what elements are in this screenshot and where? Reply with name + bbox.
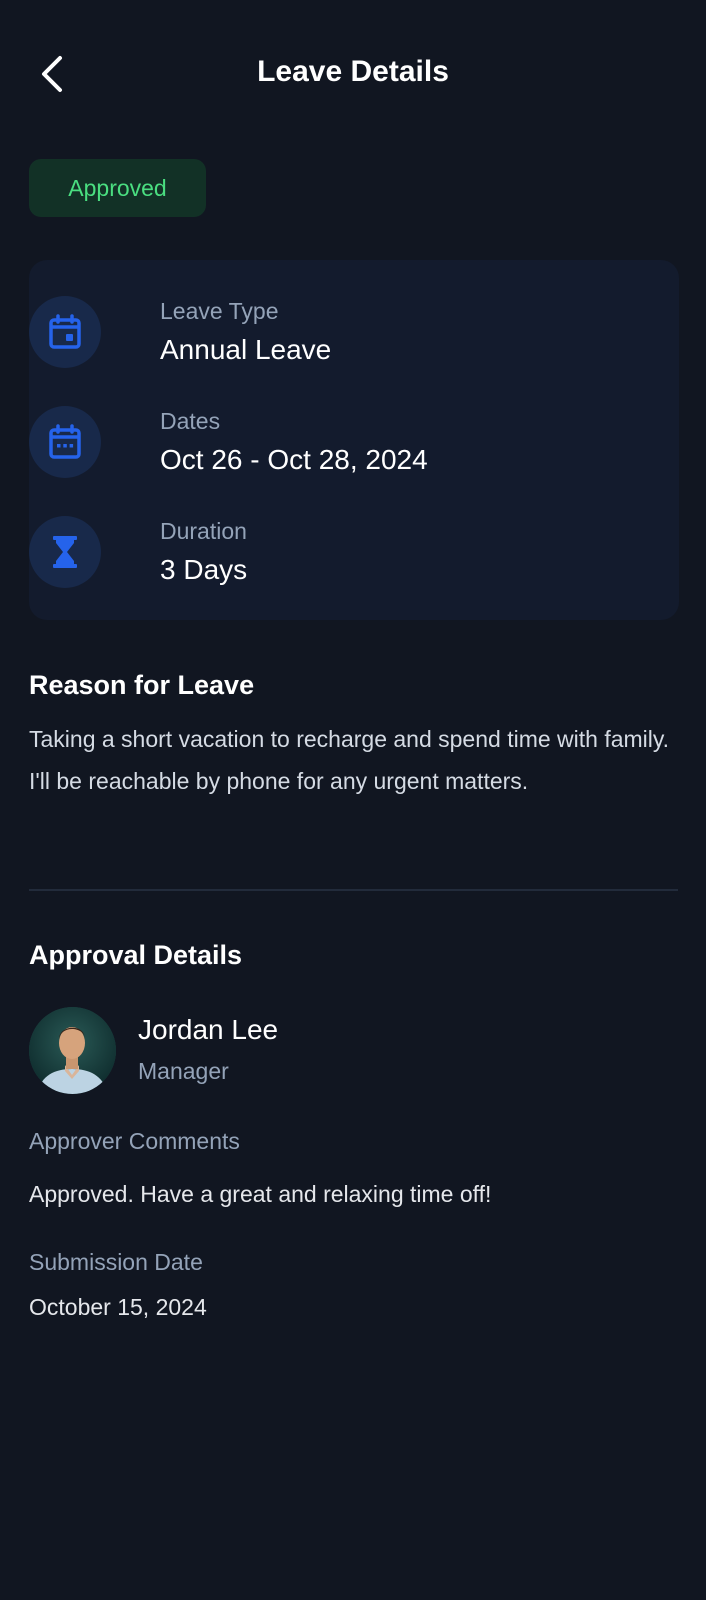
status-badge: Approved [29, 159, 206, 217]
approver-role: Manager [138, 1058, 229, 1084]
duration-label: Duration [160, 518, 247, 544]
dates-value: Oct 26 - Oct 28, 2024 [160, 444, 428, 475]
approval-section-title: Approval Details [29, 940, 243, 970]
dates-icon-wrapper [29, 406, 101, 478]
approver-comments-label: Approver Comments [29, 1128, 240, 1154]
hourglass-icon [53, 536, 77, 568]
leave-type-value: Annual Leave [160, 334, 332, 365]
page-title: Leave Details [257, 55, 449, 88]
duration-value: 3 Days [160, 554, 248, 585]
app-header: Leave Details [0, 0, 706, 145]
leave-type-icon-wrapper [29, 296, 101, 368]
leave-type-label: Leave Type [160, 298, 279, 324]
reason-section-title: Reason for Leave [29, 670, 255, 700]
dates-row: Dates Oct 26 - Oct 28, 2024 [29, 406, 629, 482]
calendar-event-icon [49, 314, 81, 349]
reason-text: Taking a short vacation to recharge and … [29, 726, 670, 794]
avatar-photo [29, 1007, 116, 1094]
section-divider [29, 889, 678, 891]
submission-date-value: October 15, 2024 [29, 1294, 207, 1320]
approver-avatar [29, 1007, 116, 1094]
approver-comments-text: Approved. Have a great and relaxing time… [29, 1181, 492, 1207]
duration-row: Duration 3 Days [29, 516, 629, 592]
submission-date-label: Submission Date [29, 1249, 203, 1275]
dates-label: Dates [160, 408, 221, 434]
calendar-dots-icon [49, 424, 81, 459]
leave-type-row: Leave Type Annual Leave [29, 296, 629, 372]
approver-name: Jordan Lee [138, 1014, 279, 1045]
duration-icon-wrapper [29, 516, 101, 588]
